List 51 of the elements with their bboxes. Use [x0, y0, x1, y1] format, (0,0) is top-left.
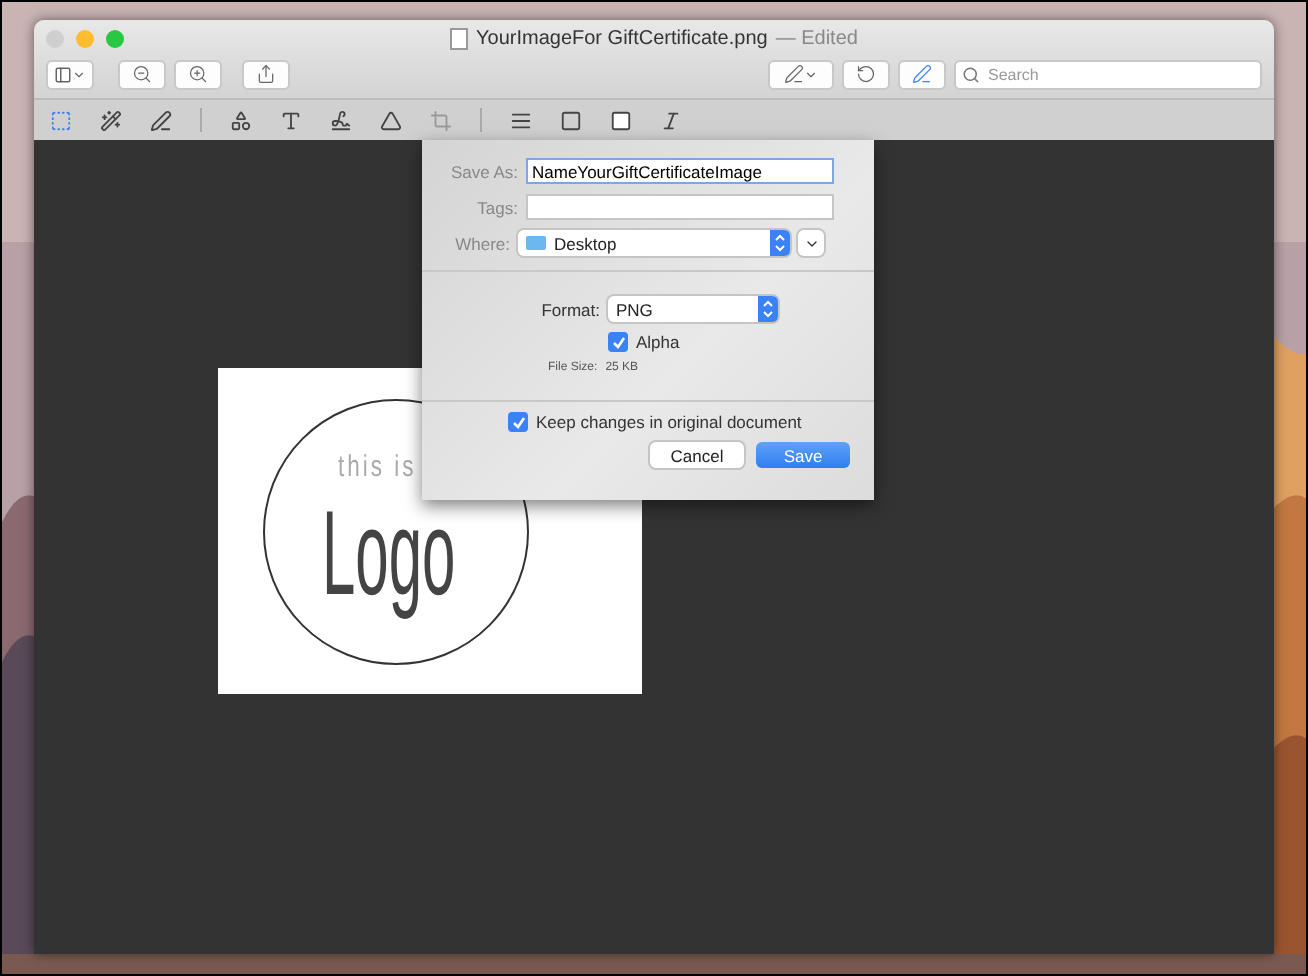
- expand-button[interactable]: [798, 230, 824, 256]
- zoom-in-button[interactable]: [174, 59, 222, 89]
- file-name-field[interactable]: NameYourGiftCertificateImage: [526, 158, 834, 184]
- sidebar-button[interactable]: [46, 59, 94, 89]
- search-icon: [962, 65, 980, 83]
- fill-color-icon[interactable]: [610, 109, 632, 131]
- checkbox[interactable]: [508, 412, 528, 432]
- sketch-icon[interactable]: [150, 109, 172, 131]
- tags-field[interactable]: [526, 194, 834, 220]
- zoom-out-button[interactable]: [118, 59, 166, 89]
- selection-icon[interactable]: [50, 109, 72, 131]
- zoom-out-icon: [132, 64, 152, 84]
- stepper-icon: [758, 296, 778, 322]
- folder-icon: [526, 236, 546, 250]
- logo-text: Logo: [322, 484, 456, 622]
- markup-button[interactable]: [898, 59, 946, 89]
- edited-status: — Edited: [775, 28, 858, 50]
- rotate-icon: [856, 64, 876, 84]
- checkbox[interactable]: [608, 332, 628, 352]
- zoom-in-icon: [188, 64, 208, 84]
- window-title: YourImageFor GiftCertificate.png: [476, 28, 768, 50]
- pen-icon: [784, 64, 804, 84]
- text-icon[interactable]: [280, 109, 302, 131]
- document-icon: [450, 28, 469, 50]
- magic-wand-icon[interactable]: [100, 109, 122, 131]
- signature-icon[interactable]: [330, 109, 352, 131]
- alpha-label: Alpha: [636, 332, 680, 352]
- chevron-icon: [72, 67, 86, 81]
- cancel-button[interactable]: Cancel: [650, 442, 744, 468]
- pen-button[interactable]: [768, 59, 834, 89]
- where-label: Where:: [453, 233, 510, 253]
- tags-label: Tags:: [475, 197, 518, 217]
- location-dropdown[interactable]: Desktop: [518, 230, 790, 256]
- share-button[interactable]: [242, 59, 290, 89]
- search-field[interactable]: Search: [954, 59, 1262, 89]
- font-icon[interactable]: [660, 109, 682, 131]
- logo-tagline: this is: [338, 452, 417, 482]
- line-style-icon[interactable]: [510, 109, 532, 131]
- format-label: Format:: [539, 299, 600, 319]
- shapes-icon[interactable]: [230, 109, 252, 131]
- chevron-icon: [804, 67, 818, 81]
- share-icon: [256, 64, 276, 84]
- keep-changes-label: Keep changes in original document: [536, 412, 802, 432]
- pen-icon: [912, 64, 932, 84]
- adjust-color-icon[interactable]: [380, 109, 402, 131]
- border-color-icon[interactable]: [560, 109, 582, 131]
- sidebar-icon: [54, 65, 72, 83]
- rotate-button[interactable]: [842, 59, 890, 89]
- save-as-label: Save As:: [448, 161, 518, 181]
- format-dropdown[interactable]: PNG: [608, 296, 778, 322]
- stepper-icon: [770, 230, 790, 256]
